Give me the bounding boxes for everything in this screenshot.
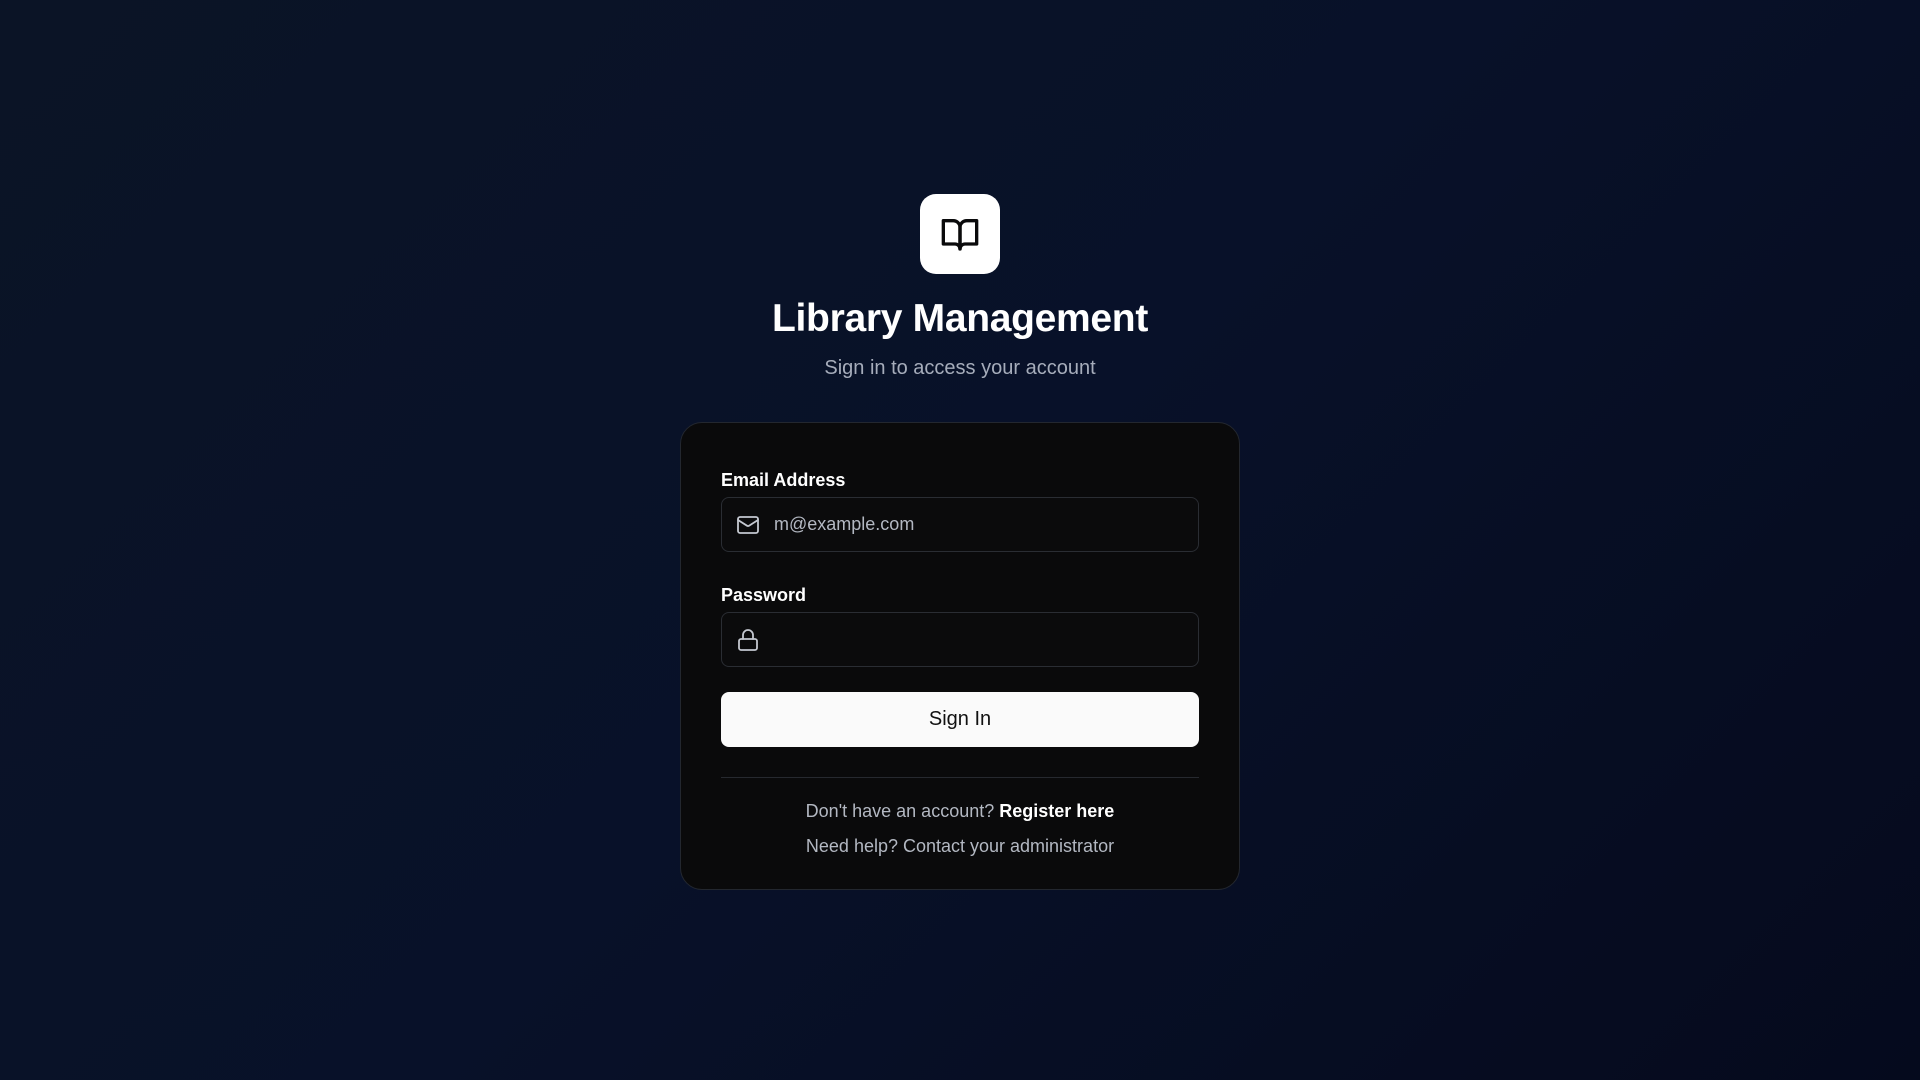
help-text: Need help? Contact your administrator — [805, 836, 1115, 856]
email-input[interactable] — [772, 498, 1186, 551]
register-prompt-line: Don't have an account? Register here — [721, 800, 1199, 822]
book-open-icon — [941, 219, 979, 251]
page-subtitle: Sign in to access your account — [824, 357, 1096, 379]
login-container: Library Management Sign in to access you… — [680, 194, 1240, 890]
login-card: Email Address Password — [680, 422, 1240, 890]
sign-in-button[interactable]: Sign In — [721, 692, 1199, 747]
email-field-group: Email Address — [721, 469, 1199, 552]
register-prompt: Don't have an account? — [805, 801, 995, 821]
mail-icon — [736, 513, 760, 537]
register-link[interactable]: Register here — [999, 801, 1114, 821]
app-logo — [920, 194, 1000, 274]
password-label: Password — [721, 585, 807, 605]
password-input-wrapper[interactable] — [721, 612, 1199, 667]
lock-icon — [736, 628, 760, 652]
password-input[interactable] — [772, 613, 1186, 666]
divider — [721, 777, 1199, 778]
password-field-group: Password — [721, 584, 1199, 667]
email-label: Email Address — [721, 470, 846, 490]
page-title: Library Management — [771, 297, 1149, 340]
email-input-wrapper[interactable] — [721, 497, 1199, 552]
card-footer: Don't have an account? Register here Nee… — [721, 800, 1199, 857]
